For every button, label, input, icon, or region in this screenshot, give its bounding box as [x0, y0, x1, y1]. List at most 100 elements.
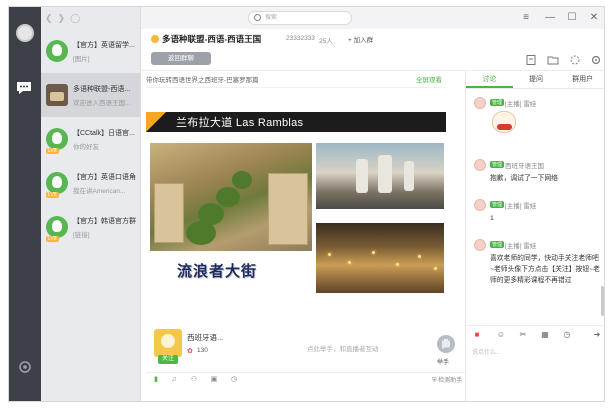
chat-message: 管理 [主播] 雷娃 1	[474, 199, 604, 229]
message-text: 喜欢老师的同学，快动手关注老师吧~老师头像下方点击【关注】按钮~老师的更多精彩课…	[490, 255, 600, 284]
volume-icon[interactable]: ♫	[170, 376, 178, 384]
chat-icon[interactable]	[15, 80, 35, 96]
chat-message: 管理 [主播] 雷娃	[474, 97, 604, 147]
session-avatar: LV8	[46, 172, 68, 198]
share-icon[interactable]	[569, 54, 581, 66]
window-titlebar: 搜索 ≡ — ☐ ✕	[141, 7, 604, 29]
back-arrow-icon[interactable]: ❮	[45, 13, 53, 24]
group-name: 多语种联盟-西语-西语王国	[162, 34, 262, 44]
refresh-icon[interactable]: ◯	[70, 13, 80, 24]
street-statues-photo	[316, 143, 444, 209]
session-preview: [图片]	[73, 55, 90, 63]
follow-button[interactable]: 关注	[158, 355, 178, 364]
compose-toolbar: ■ ☺ ✂ ▦ ◷ ➜	[466, 325, 604, 343]
message-sender: 西班牙语王国	[505, 163, 544, 170]
message-avatar[interactable]	[474, 97, 486, 109]
tab-members[interactable]: 群用户	[559, 71, 604, 88]
group-avatar	[46, 84, 68, 106]
gift-icon[interactable]: ■	[472, 330, 482, 340]
app-window: ❮ ❯ ◯ 【官方】英语留学... [图片] 多语种联盟-西语... 欢迎进入西…	[8, 6, 605, 402]
search-placeholder: 搜索	[265, 15, 278, 21]
panel-tabs: 讨论 提问 群用户	[466, 71, 604, 89]
fullscreen-button[interactable]: 全屏观看	[416, 73, 442, 88]
more-settings-icon[interactable]	[590, 54, 602, 66]
broadcast-bar: 带你玩转西语世界之西班牙-巴塞罗那篇 全屏观看	[146, 73, 446, 88]
tab-questions[interactable]: 提问	[513, 71, 560, 88]
session-item-active[interactable]: 多语种联盟-西语... 欢迎进入西语王国...	[41, 73, 140, 117]
session-preview: 你的好友	[73, 143, 99, 151]
panel-scrollbar[interactable]	[601, 286, 604, 316]
detect-helper-button[interactable]: ⛨ 检测助手	[432, 375, 462, 385]
forward-arrow-icon[interactable]: ❯	[58, 13, 66, 24]
interact-hint: 点此举手，和直播者互动	[307, 346, 379, 353]
group-status-icon	[151, 35, 159, 43]
session-name: 【CCtalk】日语官...	[73, 129, 135, 137]
clock-icon[interactable]: ◷	[230, 376, 238, 384]
message-avatar[interactable]	[474, 239, 486, 251]
message-text: 抱歉，调试了一下网络	[490, 175, 558, 182]
session-preview: [链接]	[73, 231, 90, 239]
message-avatar[interactable]	[474, 159, 486, 171]
user-avatar[interactable]	[16, 24, 34, 42]
settings-gear-icon[interactable]	[16, 358, 34, 376]
market-night-photo	[316, 223, 444, 293]
detect-helper-label: 检测助手	[438, 378, 463, 384]
session-list: ❮ ❯ ◯ 【官方】英语留学... [图片] 多语种联盟-西语... 欢迎进入西…	[41, 7, 141, 401]
session-item[interactable]: LV8 【官方】英语口语角 我在讲American...	[41, 161, 140, 205]
microphone-icon[interactable]: ⚇	[190, 376, 198, 384]
session-avatar: LV8	[46, 128, 68, 154]
chat-message: 管理 [主播] 雷娃 喜欢老师的同学，快动手关注老师吧~老师头像下方点击【关注】…	[474, 239, 604, 309]
folder-icon[interactable]	[547, 54, 559, 66]
chat-message: 管理 西班牙语王国 抱歉，调试了一下网络	[474, 159, 604, 189]
session-preview: 欢迎进入西语王国...	[73, 99, 131, 107]
session-preview: 我在讲American...	[73, 187, 126, 195]
message-text: 1	[490, 215, 494, 222]
admin-badge: 管理	[490, 241, 505, 248]
host-card: 关注 西班牙语... ✿ 130	[154, 325, 274, 364]
minimize-button[interactable]: —	[543, 11, 557, 25]
maximize-button[interactable]: ☐	[565, 11, 579, 25]
session-avatar: LV8	[46, 216, 68, 242]
flower-icon[interactable]: ✿	[187, 347, 193, 355]
image-icon[interactable]: ▦	[540, 330, 550, 340]
join-group-button[interactable]: + 加入群	[348, 34, 373, 44]
broadcast-title: 带你玩转西语世界之西班牙-巴塞罗那篇	[146, 77, 259, 84]
presentation-slide: 兰布拉大道 Las Ramblas 流浪者大街	[146, 89, 446, 319]
search-input[interactable]: 搜索	[248, 11, 352, 25]
discussion-panel: 讨论 提问 群用户 管理 [主播] 雷娃 管理 西班牙语王国 抱歉，调试了一下网…	[465, 71, 604, 401]
send-arrow-icon[interactable]: ➜	[592, 330, 602, 340]
tab-discussion[interactable]: 讨论	[466, 71, 513, 88]
session-item[interactable]: LV8 【CCtalk】日语官... 你的好友	[41, 117, 140, 161]
scissors-icon[interactable]: ✂	[518, 330, 528, 340]
message-input[interactable]: 说点什么...	[472, 347, 501, 356]
menu-icon[interactable]: ≡	[519, 11, 533, 25]
session-item[interactable]: 【官方】英语留学... [图片]	[41, 29, 140, 73]
session-name: 【官方】英语留学...	[73, 41, 135, 49]
close-button[interactable]: ✕	[587, 11, 601, 25]
slide-title-bar: 兰布拉大道 Las Ramblas	[146, 112, 446, 132]
emoji-icon[interactable]: ☺	[496, 330, 506, 340]
nav-arrows: ❮ ❯ ◯	[41, 7, 140, 29]
stage-toolbar: ▮ ♫ ⚇ ▣ ◷	[146, 372, 466, 386]
raise-hand-label: 举手	[437, 360, 450, 366]
back-to-chat-button[interactable]: 返回群聊	[151, 52, 211, 65]
camera-icon[interactable]: ▣	[210, 376, 218, 384]
street-aerial-photo	[150, 143, 312, 251]
raise-hand-button[interactable]	[437, 335, 455, 353]
history-clock-icon[interactable]: ◷	[562, 330, 572, 340]
group-header: 多语种联盟-西语-西语王国 23332333 25人 + 加入群 返回群聊	[141, 29, 604, 71]
level-badge: LV8	[46, 148, 59, 154]
session-name: 多语种联盟-西语...	[73, 85, 131, 93]
session-item[interactable]: LV8 【官方】韩语官方群 [链接]	[41, 205, 140, 249]
host-avatar[interactable]	[154, 329, 182, 357]
message-sender: [主播] 雷娃	[505, 203, 537, 210]
flower-count: 130	[197, 347, 208, 354]
message-avatar[interactable]	[474, 199, 486, 211]
host-name: 西班牙语...	[187, 333, 224, 342]
session-name: 【官方】韩语官方群	[73, 217, 136, 225]
message-sender: [主播] 雷娃	[505, 243, 537, 250]
document-icon[interactable]	[525, 54, 537, 66]
admin-badge: 管理	[490, 99, 505, 106]
hand-icon	[442, 338, 450, 349]
session-avatar	[46, 40, 68, 62]
